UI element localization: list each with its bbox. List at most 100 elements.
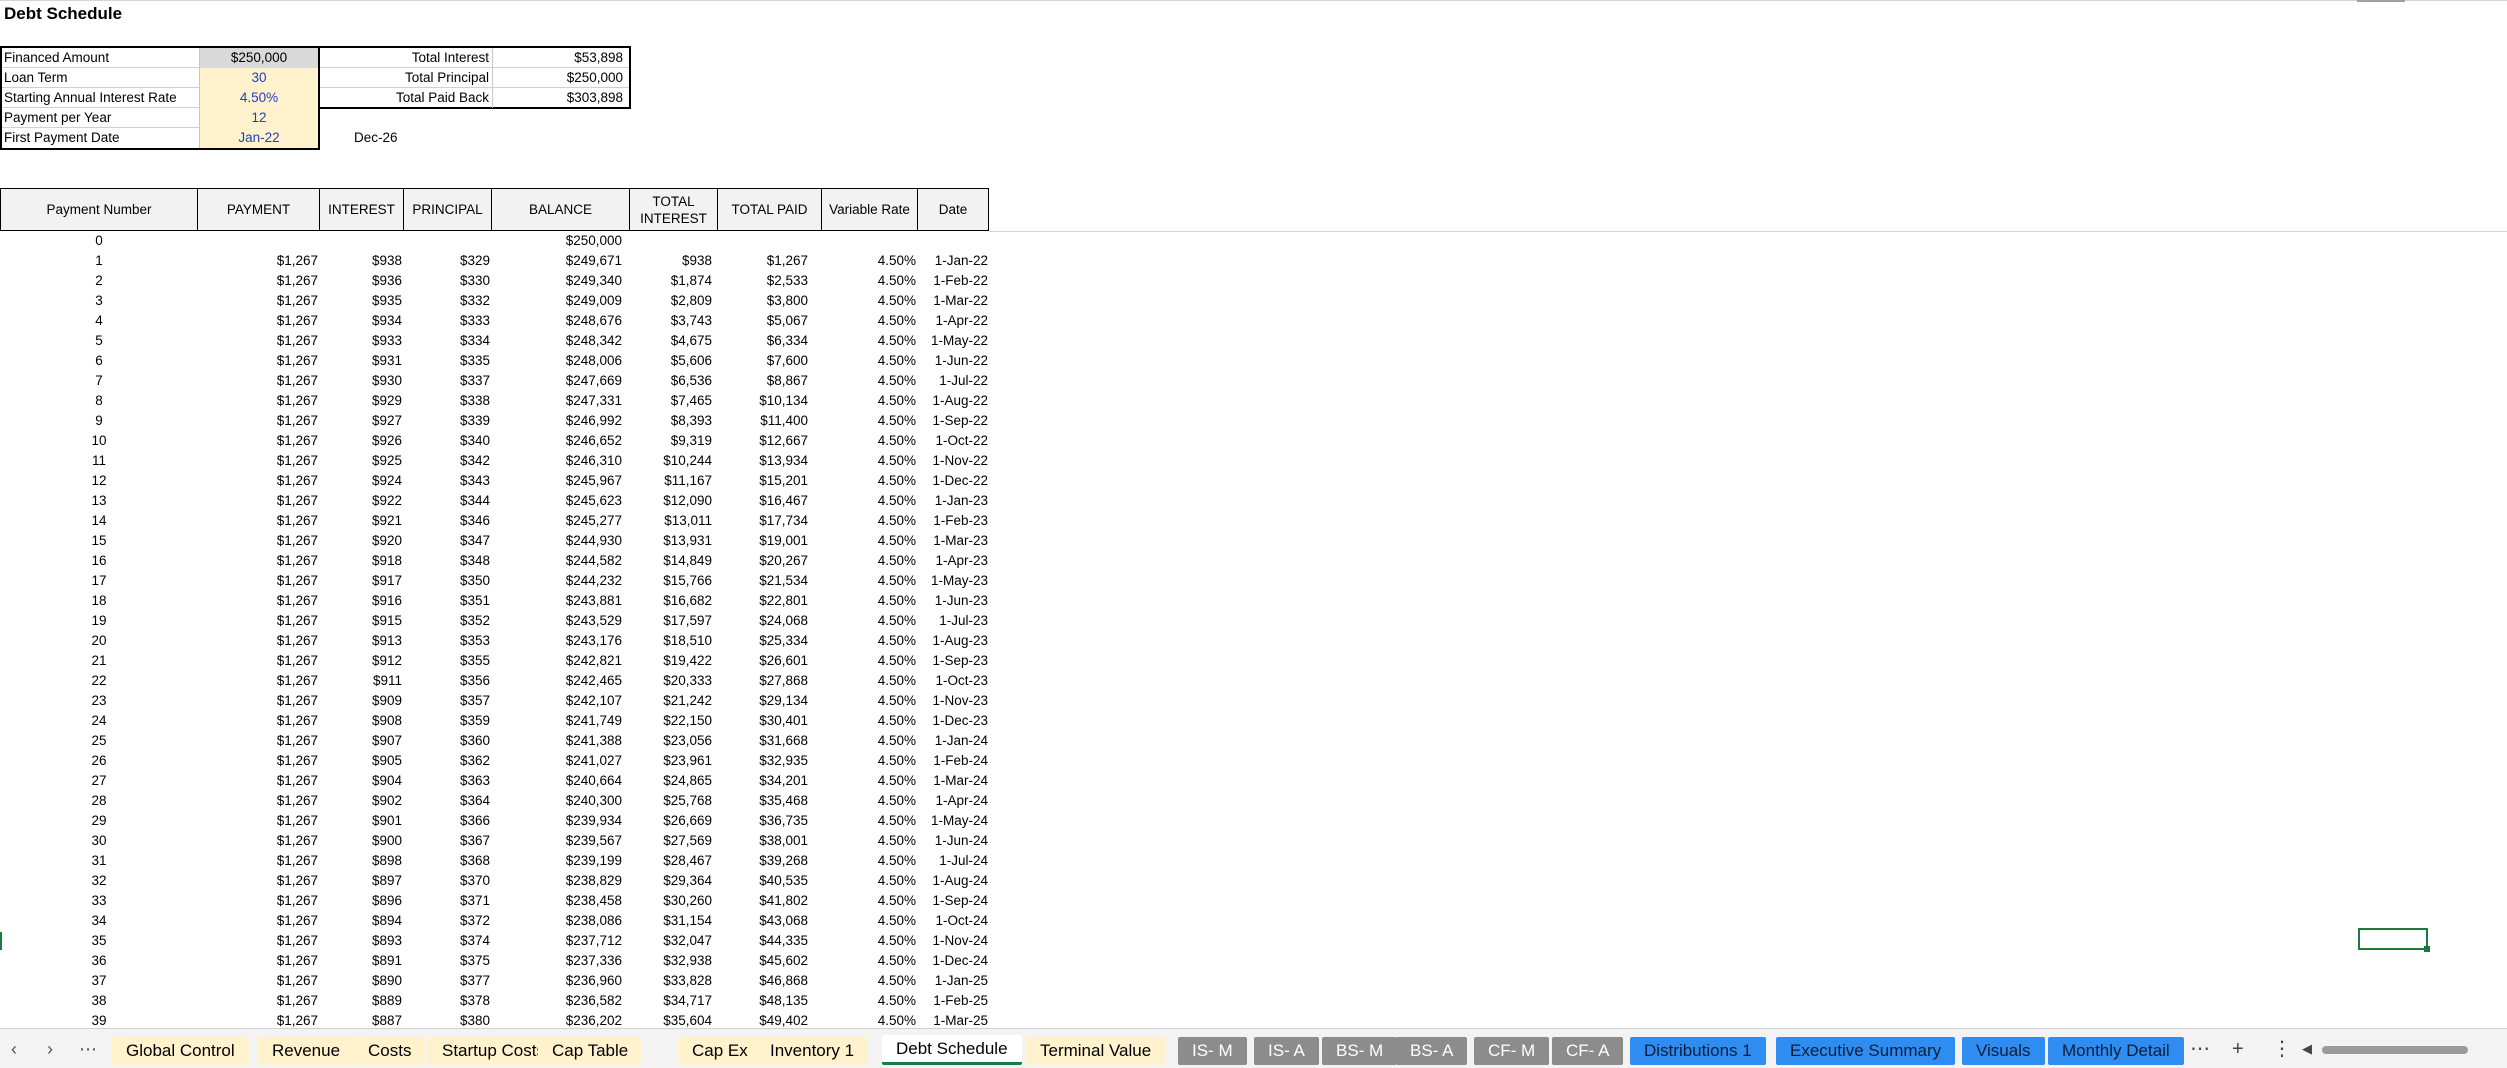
cell-date[interactable]: 1-Jan-25	[858, 971, 988, 991]
financed-amount-cell[interactable]: $250,000	[199, 48, 318, 68]
cell-date[interactable]: 1-Feb-23	[858, 511, 988, 531]
cell-date[interactable]: 1-Oct-24	[858, 911, 988, 931]
cell-principal[interactable]: $343	[360, 471, 490, 491]
sheet-tab-debt-schedule[interactable]: Debt Schedule	[882, 1035, 1022, 1065]
cell-payment-number[interactable]: 37	[0, 971, 198, 991]
cell-principal[interactable]: $329	[360, 251, 490, 271]
total-interest-cell[interactable]: $53,898	[492, 48, 629, 68]
cell-date[interactable]: 1-Jul-23	[858, 611, 988, 631]
prev-sheet-icon[interactable]: ‹	[0, 1029, 28, 1068]
cell-principal[interactable]: $340	[360, 431, 490, 451]
cell-payment-number[interactable]: 23	[0, 691, 198, 711]
fill-handle[interactable]	[2424, 946, 2430, 952]
cell-date[interactable]: 1-Mar-23	[858, 531, 988, 551]
cell-payment-number[interactable]: 7	[0, 371, 198, 391]
cell-payment-number[interactable]: 19	[0, 611, 198, 631]
cell-payment-number[interactable]: 38	[0, 991, 198, 1011]
cell-payment-number[interactable]: 2	[0, 271, 198, 291]
sheet-tab-revenue[interactable]: Revenue	[258, 1037, 355, 1065]
cell-principal[interactable]: $367	[360, 831, 490, 851]
sheet-tab-cf-a[interactable]: CF- A	[1552, 1037, 1624, 1065]
cell-payment-number[interactable]: 32	[0, 871, 198, 891]
sheet-tab-is-m[interactable]: IS- M	[1178, 1037, 1247, 1065]
cell-payment-number[interactable]: 1	[0, 251, 198, 271]
selected-cell[interactable]	[2358, 928, 2430, 952]
cell-date[interactable]: 1-Oct-23	[858, 671, 988, 691]
cell-principal[interactable]: $350	[360, 571, 490, 591]
scroll-left-icon[interactable]: ◀	[2302, 1029, 2312, 1068]
cell-payment-number[interactable]: 8	[0, 391, 198, 411]
cell-payment-number[interactable]: 27	[0, 771, 198, 791]
cell-payment-number[interactable]: 13	[0, 491, 198, 511]
scrollbar-thumb[interactable]	[2322, 1046, 2468, 1054]
first-payment-date-cell[interactable]: Jan-22	[199, 128, 318, 148]
cell-payment-number[interactable]: 39	[0, 1011, 198, 1028]
cell-principal[interactable]: $356	[360, 671, 490, 691]
cell-payment-number[interactable]: 11	[0, 451, 198, 471]
cell-date[interactable]: 1-Feb-25	[858, 991, 988, 1011]
cell-principal[interactable]: $348	[360, 551, 490, 571]
total-principal-cell[interactable]: $250,000	[492, 68, 629, 88]
cell-principal[interactable]: $337	[360, 371, 490, 391]
payments-per-year-cell[interactable]: 12	[199, 108, 318, 128]
cell-principal[interactable]: $374	[360, 931, 490, 951]
cell-payment-number[interactable]: 10	[0, 431, 198, 451]
sheet-tab-cap-table[interactable]: Cap Table	[538, 1037, 643, 1065]
cell-principal[interactable]	[360, 231, 490, 251]
cell-payment-number[interactable]: 21	[0, 651, 198, 671]
column-header-balance[interactable]: BALANCE	[492, 189, 630, 230]
cell-date[interactable]: 1-Jan-23	[858, 491, 988, 511]
sheet-tab-cf-m[interactable]: CF- M	[1474, 1037, 1550, 1065]
column-header-total-paid[interactable]: TOTAL PAID	[718, 189, 822, 230]
column-header-date[interactable]: Date	[918, 189, 989, 230]
cell-principal[interactable]: $380	[360, 1011, 490, 1028]
cell-date[interactable]: 1-Jul-24	[858, 851, 988, 871]
cell-principal[interactable]: $377	[360, 971, 490, 991]
cell-principal[interactable]: $352	[360, 611, 490, 631]
cell-principal[interactable]: $372	[360, 911, 490, 931]
cell-date[interactable]: 1-May-24	[858, 811, 988, 831]
loan-term-cell[interactable]: 30	[199, 68, 318, 88]
interest-rate-cell[interactable]: 4.50%	[199, 88, 318, 108]
cell-date[interactable]	[858, 231, 988, 251]
cell-date[interactable]: 1-May-22	[858, 331, 988, 351]
cell-date[interactable]: 1-Nov-23	[858, 691, 988, 711]
cell-date[interactable]: 1-Dec-22	[858, 471, 988, 491]
cell-date[interactable]: 1-Jun-22	[858, 351, 988, 371]
more-sheets-right-icon[interactable]: ⋯	[2190, 1029, 2210, 1068]
column-header-principal[interactable]: PRINCIPAL	[404, 189, 492, 230]
cell-principal[interactable]: $347	[360, 531, 490, 551]
cell-principal[interactable]: $344	[360, 491, 490, 511]
cell-principal[interactable]: $338	[360, 391, 490, 411]
cell-date[interactable]: 1-Mar-24	[858, 771, 988, 791]
cell-payment-number[interactable]: 14	[0, 511, 198, 531]
next-sheet-icon[interactable]: ›	[36, 1029, 64, 1068]
sheet-options-icon[interactable]: ⋮	[2272, 1029, 2292, 1068]
cell-date[interactable]: 1-Sep-22	[858, 411, 988, 431]
cell-payment-number[interactable]: 17	[0, 571, 198, 591]
cell-principal[interactable]: $368	[360, 851, 490, 871]
sheet-tab-costs[interactable]: Costs	[354, 1037, 426, 1065]
cell-date[interactable]: 1-Jan-22	[858, 251, 988, 271]
cell-payment-number[interactable]: 9	[0, 411, 198, 431]
cell-payment-number[interactable]: 12	[0, 471, 198, 491]
sheet-tab-monthly-detail[interactable]: Monthly Detail	[2048, 1037, 2184, 1065]
cell-date[interactable]: 1-Sep-23	[858, 651, 988, 671]
cell-date[interactable]: 1-Apr-22	[858, 311, 988, 331]
cell-payment-number[interactable]: 22	[0, 671, 198, 691]
cell-payment-number[interactable]: 15	[0, 531, 198, 551]
sheet-tab-is-a[interactable]: IS- A	[1254, 1037, 1319, 1065]
cell-principal[interactable]: $334	[360, 331, 490, 351]
cell-principal[interactable]: $339	[360, 411, 490, 431]
sheet-tab-terminal-value[interactable]: Terminal Value	[1026, 1037, 1166, 1065]
column-header-total-interest[interactable]: TOTAL INTEREST	[630, 189, 718, 230]
cell-date[interactable]: 1-Aug-22	[858, 391, 988, 411]
cell-payment-number[interactable]: 33	[0, 891, 198, 911]
spreadsheet-grid[interactable]: Debt Schedule Financed Amount $250,000 L…	[0, 0, 2507, 1028]
cell-payment-number[interactable]: 30	[0, 831, 198, 851]
cell-date[interactable]: 1-Jul-22	[858, 371, 988, 391]
cell-principal[interactable]: $370	[360, 871, 490, 891]
cell-principal[interactable]: $355	[360, 651, 490, 671]
cell-date[interactable]: 1-Jun-24	[858, 831, 988, 851]
cell-principal[interactable]: $359	[360, 711, 490, 731]
